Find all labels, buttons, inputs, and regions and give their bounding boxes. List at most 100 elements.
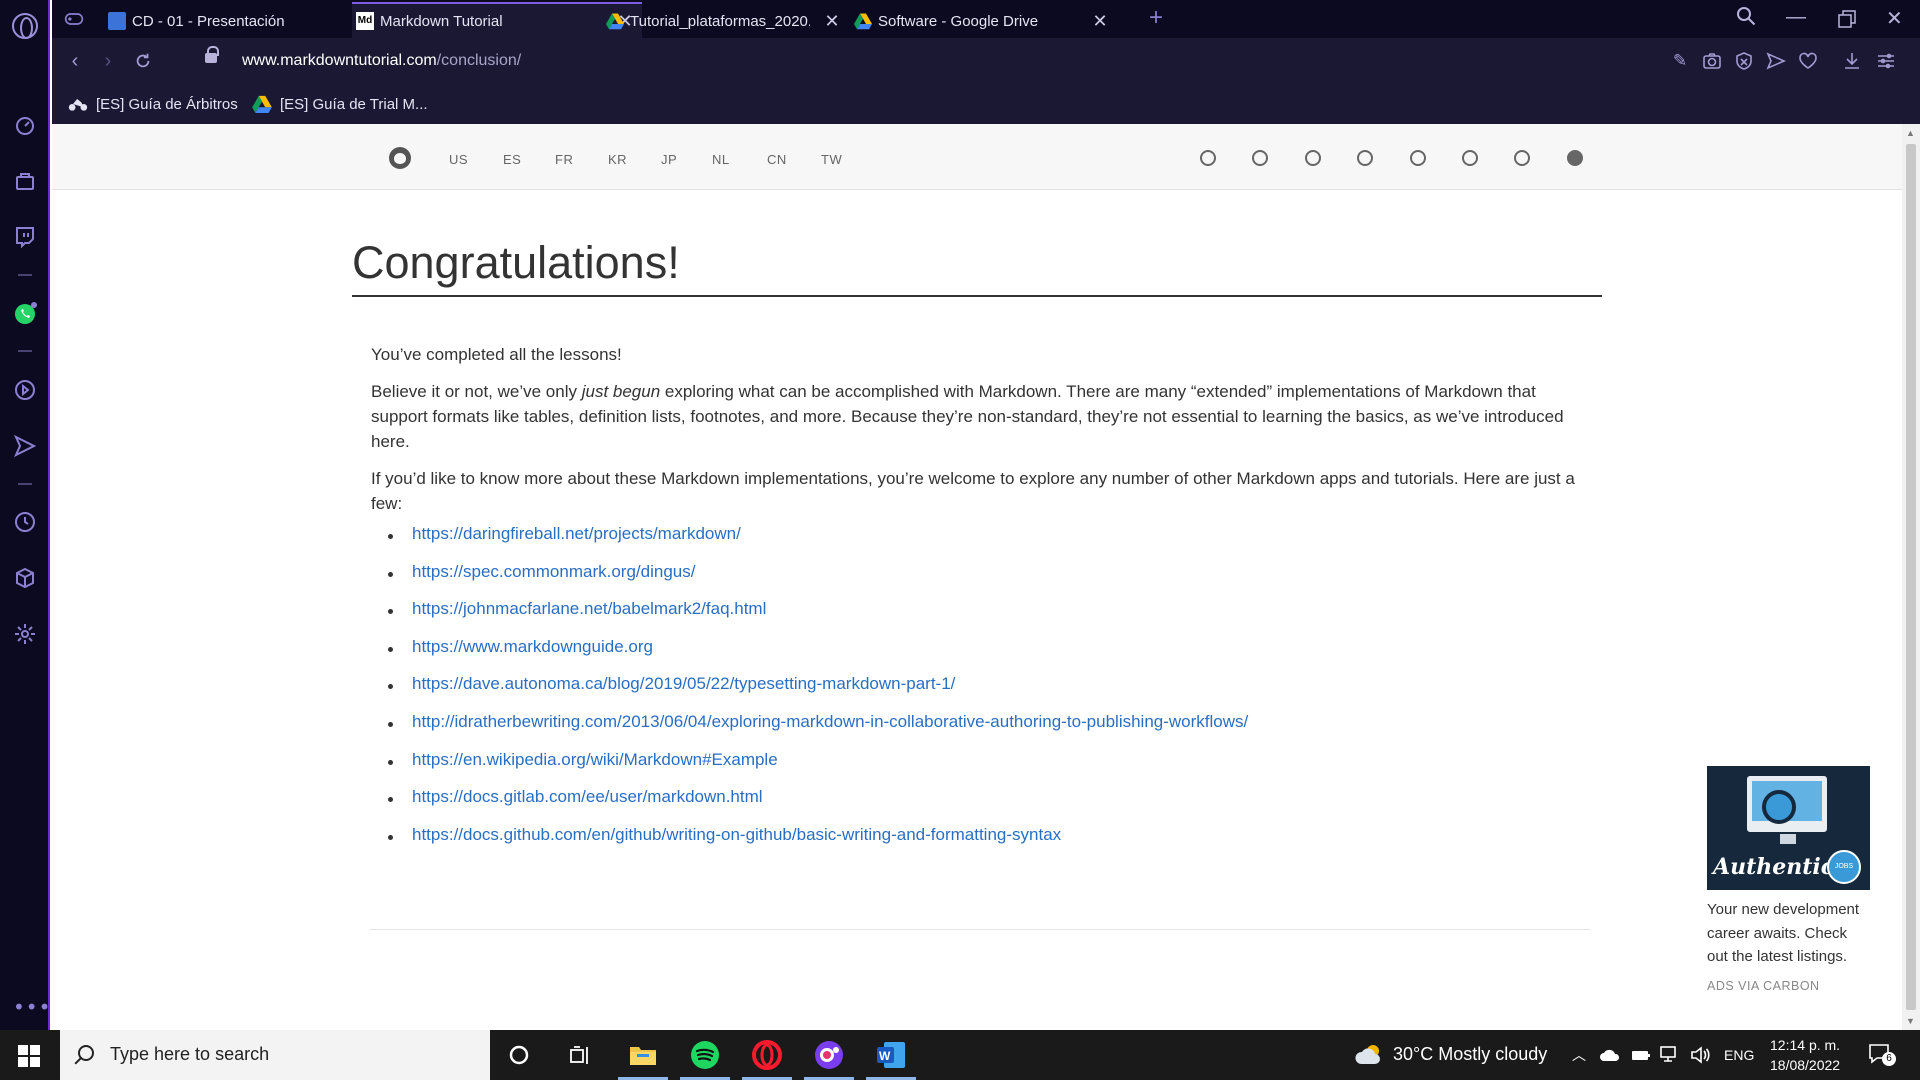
jobs-badge: JOBS xyxy=(1827,850,1861,884)
google-drive-icon xyxy=(252,95,272,113)
history-icon[interactable] xyxy=(13,510,37,534)
weather-text[interactable]: 30°C Mostly cloudy xyxy=(1393,1044,1547,1065)
lang-link-us[interactable]: US xyxy=(449,152,468,167)
sidebar-separator xyxy=(18,274,32,276)
notifications-icon[interactable]: 6 xyxy=(1868,1042,1896,1069)
bookmark-label: [ES] Guía de Trial M... xyxy=(280,95,428,113)
link-markdownguide[interactable]: https://www.markdownguide.org xyxy=(412,637,653,656)
page-title: Congratulations! xyxy=(352,237,1602,297)
link-babelmark[interactable]: https://johnmacfarlane.net/babelmark2/fa… xyxy=(412,599,766,618)
new-tab-icon[interactable]: + xyxy=(1149,6,1163,30)
lesson-dot[interactable] xyxy=(1357,150,1373,166)
lang-link-kr[interactable]: KR xyxy=(608,152,627,167)
reload-icon[interactable] xyxy=(134,52,152,70)
camera-icon[interactable] xyxy=(1702,51,1722,71)
lesson-dot-current[interactable] xyxy=(1567,150,1583,166)
link-commonmark[interactable]: https://spec.commonmark.org/dingus/ xyxy=(412,562,695,581)
ad-image[interactable]: Authentic JOBS xyxy=(1707,766,1870,890)
opera-gx-icon[interactable] xyxy=(804,1038,854,1080)
volume-icon[interactable] xyxy=(1690,1046,1710,1064)
windows-start-icon[interactable] xyxy=(18,1045,40,1067)
link-wikipedia[interactable]: https://en.wikipedia.org/wiki/Markdown#E… xyxy=(412,750,778,769)
link-autonoma[interactable]: https://dave.autonoma.ca/blog/2019/05/22… xyxy=(412,674,955,693)
restore-icon[interactable] xyxy=(1838,10,1856,28)
bookmark-guia-trial[interactable]: [ES] Guía de Trial M... xyxy=(252,95,428,113)
tab-presentacion[interactable]: CD - 01 - Presentación ✕ xyxy=(104,4,394,38)
lesson-dot[interactable] xyxy=(1462,150,1478,166)
close-tab-icon[interactable]: ✕ xyxy=(1091,12,1109,30)
opera-browser-icon[interactable] xyxy=(742,1038,792,1080)
paragraph-completed: You’ve completed all the lessons! xyxy=(371,345,622,364)
network-icon[interactable] xyxy=(1660,1046,1680,1064)
lang-link-jp[interactable]: JP xyxy=(661,152,677,167)
close-window-icon[interactable]: ✕ xyxy=(1886,6,1903,31)
link-idratherbewriting[interactable]: http://idratherbewriting.com/2013/06/04/… xyxy=(412,712,1248,731)
battery-icon[interactable] xyxy=(1631,1047,1651,1063)
ad-text[interactable]: Your new development career awaits. Chec… xyxy=(1707,898,1872,969)
scrollbar-thumb[interactable] xyxy=(1906,144,1916,1010)
lock-icon[interactable] xyxy=(205,46,219,63)
file-explorer-icon[interactable] xyxy=(618,1038,668,1080)
extensions-icon[interactable] xyxy=(13,566,37,590)
lesson-dot[interactable] xyxy=(1514,150,1530,166)
link-github-docs[interactable]: https://docs.github.com/en/github/writin… xyxy=(412,825,1061,844)
url-field[interactable]: www.markdowntutorial.com/conclusion/ xyxy=(242,52,521,70)
send-icon[interactable] xyxy=(13,434,37,458)
lesson-dot[interactable] xyxy=(1252,150,1268,166)
markdown-icon: Md xyxy=(356,12,374,30)
bookmark-guia-arbitros[interactable]: [ES] Guía de Árbitros xyxy=(68,95,238,113)
twitch-icon[interactable] xyxy=(13,225,37,249)
shopping-icon[interactable] xyxy=(13,169,37,193)
whatsapp-icon[interactable] xyxy=(13,302,37,326)
onedrive-icon[interactable] xyxy=(1600,1047,1620,1063)
lang-link-tw[interactable]: TW xyxy=(821,152,842,167)
lang-link-cn[interactable]: CN xyxy=(767,152,787,167)
close-tab-icon[interactable]: ✕ xyxy=(823,12,841,30)
tab-markdown-tutorial[interactable]: Md Markdown Tutorial ✕ xyxy=(352,2,642,38)
weather-cloud-icon[interactable] xyxy=(1355,1042,1385,1071)
tab-search-icon[interactable] xyxy=(1736,6,1756,26)
task-view-icon[interactable] xyxy=(562,1038,598,1072)
snapshot-edit-icon[interactable]: ✎ xyxy=(1670,51,1690,71)
adblock-icon[interactable] xyxy=(1734,51,1754,71)
gamepad-icon[interactable] xyxy=(64,10,84,28)
download-icon[interactable] xyxy=(1842,51,1862,71)
clock[interactable]: 12:14 p. m. 18/08/2022 xyxy=(1770,1035,1840,1075)
sidebar-more-icon[interactable]: ••• xyxy=(13,995,51,1019)
carbon-ad[interactable]: Authentic JOBS Your new development care… xyxy=(1707,766,1872,993)
taskbar-search[interactable]: Type here to search xyxy=(60,1030,490,1080)
forward-icon[interactable]: › xyxy=(97,50,119,72)
easy-setup-icon[interactable] xyxy=(1876,51,1896,71)
github-icon[interactable] xyxy=(389,147,411,169)
lang-link-nl[interactable]: NL xyxy=(712,152,730,167)
back-icon[interactable]: ‹ xyxy=(64,50,86,72)
sidebar-separator xyxy=(18,483,32,485)
scroll-up-icon[interactable]: ▲ xyxy=(1906,128,1915,138)
tab-tutorial-plataformas[interactable]: Tutorial_plataformas_2020... ✕ xyxy=(602,4,887,38)
heart-icon[interactable] xyxy=(1798,51,1818,71)
speed-dial-icon[interactable] xyxy=(13,113,37,137)
spotify-icon[interactable] xyxy=(680,1038,730,1080)
language-indicator[interactable]: ENG xyxy=(1724,1047,1754,1063)
scroll-down-icon[interactable]: ▼ xyxy=(1906,1016,1915,1026)
tab-title: Markdown Tutorial xyxy=(380,12,503,30)
lesson-dot[interactable] xyxy=(1305,150,1321,166)
player-icon[interactable] xyxy=(13,378,37,402)
paragraph-extended: Believe it or not, we’ve only just begun… xyxy=(371,382,1564,451)
link-daringfireball[interactable]: https://daringfireball.net/projects/mark… xyxy=(412,524,741,543)
cortana-icon[interactable] xyxy=(501,1038,537,1072)
ad-via[interactable]: ADS VIA CARBON xyxy=(1707,979,1872,993)
word-icon[interactable]: W xyxy=(866,1038,916,1080)
tray-chevron-up-icon[interactable]: ︿ xyxy=(1572,1045,1586,1065)
send-icon[interactable] xyxy=(1766,51,1786,71)
lang-link-fr[interactable]: FR xyxy=(555,152,573,167)
lesson-dot[interactable] xyxy=(1200,150,1216,166)
link-gitlab[interactable]: https://docs.gitlab.com/ee/user/markdown… xyxy=(412,787,763,806)
tab-software-drive[interactable]: Software - Google Drive ✕ xyxy=(850,4,1135,38)
minimize-icon[interactable]: — xyxy=(1786,6,1806,29)
opera-logo-icon[interactable] xyxy=(12,13,38,39)
page-scrollbar[interactable]: ▲ ▼ xyxy=(1902,124,1920,1030)
settings-gear-icon[interactable] xyxy=(13,622,37,646)
lang-link-es[interactable]: ES xyxy=(503,152,521,167)
lesson-dot[interactable] xyxy=(1410,150,1426,166)
